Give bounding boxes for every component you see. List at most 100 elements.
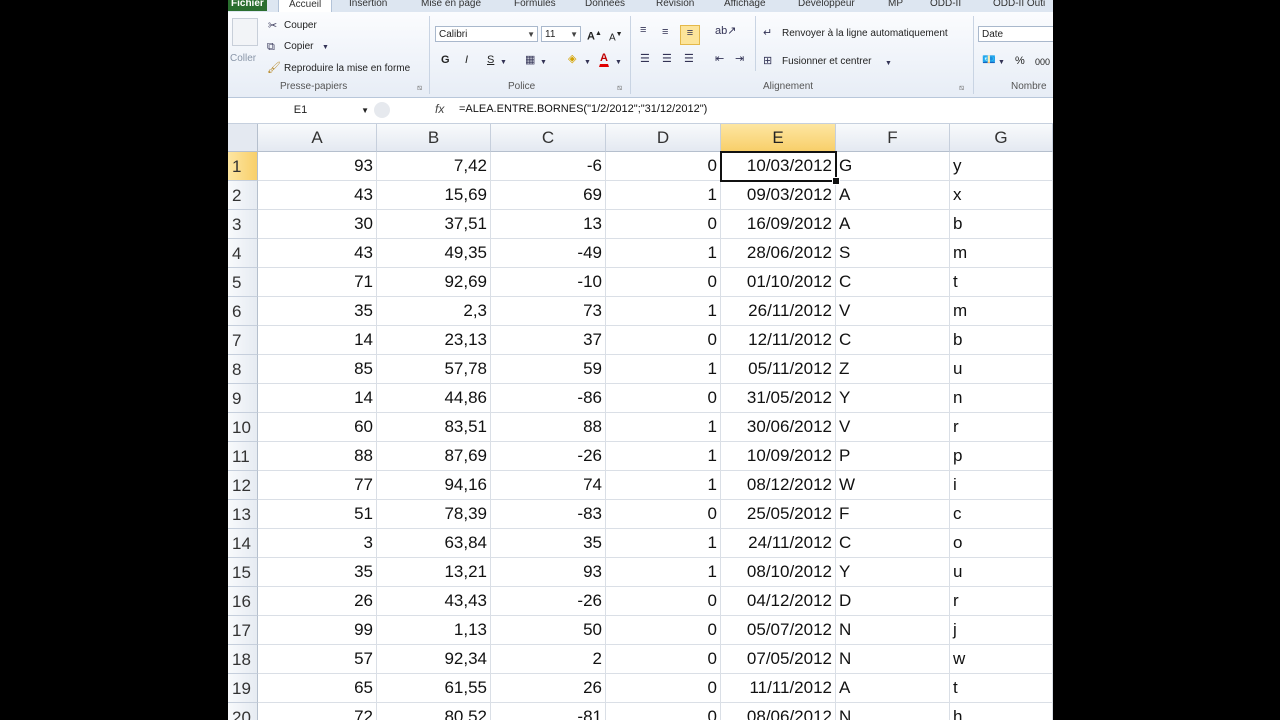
insert-function-button[interactable]: fx (435, 102, 444, 116)
cell-c3[interactable]: 13 (491, 210, 606, 239)
align-left-icon[interactable]: ☰ (640, 52, 650, 66)
cell-f13[interactable]: F (836, 500, 950, 529)
cell-e1[interactable]: 10/03/2012 (721, 152, 836, 181)
fill-handle[interactable] (832, 177, 840, 185)
cell-d18[interactable]: 0 (606, 645, 721, 674)
cell-a3[interactable]: 30 (258, 210, 377, 239)
cell-d2[interactable]: 1 (606, 181, 721, 210)
row-header[interactable]: 18 (228, 645, 258, 674)
cell-e6[interactable]: 26/11/2012 (721, 297, 836, 326)
cell-f4[interactable]: S (836, 239, 950, 268)
chevron-down-icon[interactable]: ▼ (500, 56, 507, 70)
cell-f15[interactable]: Y (836, 558, 950, 587)
wrap-text-button[interactable]: Renvoyer à la ligne automatiquement (782, 28, 948, 39)
column-header-e[interactable]: E (721, 124, 836, 152)
tab-affichage[interactable]: Affichage (724, 0, 766, 11)
shrink-font-button[interactable]: A▼ (608, 26, 624, 46)
row-header[interactable]: 7 (228, 326, 258, 355)
dialog-launcher-icon[interactable]: ⧅ (617, 81, 622, 95)
cell-a20[interactable]: 72 (258, 703, 377, 720)
cell-c11[interactable]: -26 (491, 442, 606, 471)
align-right-icon[interactable]: ☰ (684, 52, 694, 66)
column-header-f[interactable]: F (836, 124, 950, 152)
cell-b6[interactable]: 2,3 (377, 297, 491, 326)
cell-b7[interactable]: 23,13 (377, 326, 491, 355)
underline-button[interactable]: S (486, 52, 495, 69)
cell-c20[interactable]: -81 (491, 703, 606, 720)
cell-f16[interactable]: D (836, 587, 950, 616)
cell-g19[interactable]: t (950, 674, 1053, 703)
cell-e17[interactable]: 05/07/2012 (721, 616, 836, 645)
cell-b1[interactable]: 7,42 (377, 152, 491, 181)
tab-formules[interactable]: Formules (514, 0, 556, 11)
cell-d4[interactable]: 1 (606, 239, 721, 268)
cell-a10[interactable]: 60 (258, 413, 377, 442)
tab-insertion[interactable]: Insertion (349, 0, 387, 11)
cell-f10[interactable]: V (836, 413, 950, 442)
row-header[interactable]: 15 (228, 558, 258, 587)
tab-accueil[interactable]: Accueil (278, 0, 333, 12)
row-header[interactable]: 11 (228, 442, 258, 471)
cell-b12[interactable]: 94,16 (377, 471, 491, 500)
tab-developpeur[interactable]: Développeur (798, 0, 855, 11)
row-header[interactable]: 3 (228, 210, 258, 239)
cell-c8[interactable]: 59 (491, 355, 606, 384)
align-bottom-icon[interactable]: ≡ (680, 25, 700, 45)
cell-f3[interactable]: A (836, 210, 950, 239)
cell-b3[interactable]: 37,51 (377, 210, 491, 239)
row-header[interactable]: 8 (228, 355, 258, 384)
merge-center-button[interactable]: Fusionner et centrer (782, 56, 872, 67)
fill-color-icon[interactable]: ◈ (568, 52, 576, 66)
column-header-b[interactable]: B (377, 124, 491, 152)
cell-g15[interactable]: u (950, 558, 1053, 587)
cell-d9[interactable]: 0 (606, 384, 721, 413)
cell-g7[interactable]: b (950, 326, 1053, 355)
cell-b8[interactable]: 57,78 (377, 355, 491, 384)
cell-c10[interactable]: 88 (491, 413, 606, 442)
cell-c6[interactable]: 73 (491, 297, 606, 326)
cell-f2[interactable]: A (836, 181, 950, 210)
row-header[interactable]: 1 (228, 152, 258, 181)
name-box[interactable]: E1 ▼ (228, 102, 373, 119)
cell-b20[interactable]: 80,52 (377, 703, 491, 720)
row-header[interactable]: 17 (228, 616, 258, 645)
cell-b4[interactable]: 49,35 (377, 239, 491, 268)
copy-button[interactable]: Copier (284, 41, 313, 52)
cell-g5[interactable]: t (950, 268, 1053, 297)
align-middle-icon[interactable]: ≡ (662, 25, 668, 39)
select-all-button[interactable] (228, 124, 258, 152)
cell-g6[interactable]: m (950, 297, 1053, 326)
cell-f14[interactable]: C (836, 529, 950, 558)
cell-f18[interactable]: N (836, 645, 950, 674)
cell-d5[interactable]: 0 (606, 268, 721, 297)
cell-g8[interactable]: u (950, 355, 1053, 384)
column-header-d[interactable]: D (606, 124, 721, 152)
cell-d14[interactable]: 1 (606, 529, 721, 558)
row-header[interactable]: 5 (228, 268, 258, 297)
cell-g20[interactable]: h (950, 703, 1053, 720)
font-color-button[interactable]: A (599, 51, 609, 67)
font-name-combo[interactable]: Calibri ▼ (435, 26, 538, 42)
cell-a7[interactable]: 14 (258, 326, 377, 355)
paste-button[interactable]: Coller (230, 53, 256, 64)
cell-e8[interactable]: 05/11/2012 (721, 355, 836, 384)
cell-e5[interactable]: 01/10/2012 (721, 268, 836, 297)
cell-f6[interactable]: V (836, 297, 950, 326)
tab-file[interactable]: Fichier (228, 0, 267, 11)
cell-b19[interactable]: 61,55 (377, 674, 491, 703)
cell-g14[interactable]: o (950, 529, 1053, 558)
row-header[interactable]: 2 (228, 181, 258, 210)
cell-g18[interactable]: w (950, 645, 1053, 674)
cell-e10[interactable]: 30/06/2012 (721, 413, 836, 442)
grow-font-button[interactable]: A▲ (586, 25, 603, 46)
cell-e12[interactable]: 08/12/2012 (721, 471, 836, 500)
cell-c18[interactable]: 2 (491, 645, 606, 674)
cell-d12[interactable]: 1 (606, 471, 721, 500)
cell-b17[interactable]: 1,13 (377, 616, 491, 645)
cell-c5[interactable]: -10 (491, 268, 606, 297)
cell-d6[interactable]: 1 (606, 297, 721, 326)
cut-button[interactable]: Couper (284, 20, 317, 31)
cell-c14[interactable]: 35 (491, 529, 606, 558)
chevron-down-icon[interactable]: ▼ (885, 57, 892, 71)
cell-d11[interactable]: 1 (606, 442, 721, 471)
